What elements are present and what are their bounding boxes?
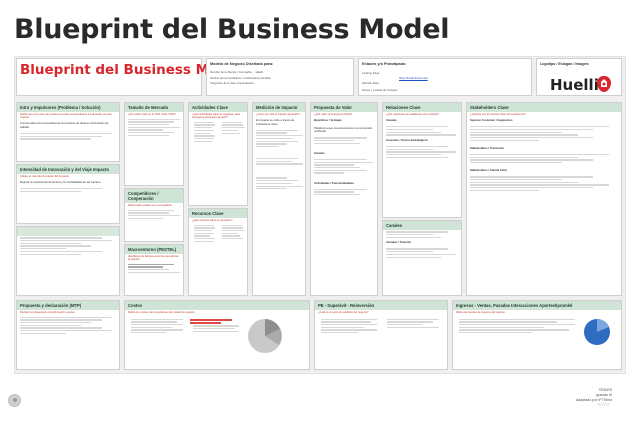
avatar [8, 394, 21, 407]
mercado-title: Tamaño de Mercado [125, 103, 183, 112]
canales-section: Ventajas / Tracción [386, 240, 412, 245]
medicion-card: Medición de Impacto ¿Cómo se mide el imp… [252, 102, 306, 296]
propuesta-title: Propuesta de Valor [311, 103, 377, 112]
relaciones-section-1: Canales [386, 118, 397, 123]
competidores-card: Competidores / Cooperación Defina quién … [124, 188, 184, 242]
pe-title: PE - Superávit - Reinversión [315, 301, 447, 310]
propuesta-dec-title: Propuesta y declaración (MTP) [17, 301, 119, 310]
actividades-card: Actividades Clave ¿Qué actividades clave… [188, 102, 248, 206]
modelo-field-1: Nombre de la Startup / Compañía: [210, 70, 253, 74]
watermark: miro [597, 402, 610, 408]
page-title: Blueprint del Business Model [14, 14, 450, 45]
pe-card: PE - Superávit - Reinversión ¿Cuál es el… [314, 300, 448, 370]
relaciones-card: Relaciones Clave ¿Qué relaciones se esta… [382, 102, 462, 218]
propuesta-dec-card: Propuesta y declaración (MTP) Declare la… [16, 300, 120, 370]
modelo-card: Modelo de Negocio Diseñado para: Nombre … [206, 58, 354, 96]
demo-label: Demos y pruebas de concepto: [362, 89, 398, 92]
landing-link[interactable]: https://huelli.framer.site [399, 76, 428, 80]
canales-title: Canales [383, 221, 461, 230]
competidores-title: Competidores / Cooperación [125, 189, 183, 203]
macro-card: Macroentorno (PESTEL) Identifique los fa… [124, 244, 184, 296]
brand-logo-icon [597, 76, 611, 92]
modelo-field-2: Nombre de los Fundadores / Colaboradores… [210, 77, 272, 80]
intro-title: Intro y Impulsores (Problema / Solución) [17, 103, 119, 112]
propuesta-card: Propuesta de Valor ¿Qué valor se entrega… [310, 102, 378, 296]
stakeholders-card: Stakeholders Clave ¿Quiénes son los acto… [466, 102, 622, 296]
stakeholders-title: Stakeholders Clave [467, 103, 621, 112]
intro-lower-card [16, 226, 120, 296]
propuesta-section-1: Beneficios / Ventajas [314, 118, 342, 123]
intro-card: Intro y Impulsores (Problema / Solución)… [16, 102, 120, 162]
landing-label: Landing Page: [362, 71, 381, 75]
recursos-card: Recursos Clave ¿Qué recursos clave se re… [188, 208, 248, 296]
macro-sub: Identifique los factores externos que af… [128, 255, 179, 262]
competidores-sub: Defina quién puede ser su competidor [128, 204, 172, 207]
mercado-sub: ¿De cuánto valor es el TAM, SAM, SOM? [128, 113, 176, 116]
relaciones-section-2: Acuerdos / Socios Estratégicos [386, 137, 428, 142]
modelo-field-1-value: Huelli [255, 70, 263, 74]
costos-card: Costos Defina los costos más importantes… [124, 300, 310, 370]
mercado-card: Tamaño de Mercado ¿De cuánto valor es el… [124, 102, 184, 186]
propuesta-dec-sub: Declare la propuesta de transformación m… [20, 311, 75, 314]
propuesta-body: Plataforma que conecta lectores con cont… [314, 125, 373, 134]
website-label: Website Beta: [362, 81, 380, 85]
ingresos-card: Ingresos - Ventas, Pasadas Interacciones… [452, 300, 622, 370]
relaciones-title: Relaciones Clave [383, 103, 461, 112]
credit-block: ©EMOS gracias IrI Adaptado por IFTSima [576, 388, 612, 402]
canales-card: Canales Ventajas / Tracción [382, 220, 462, 296]
logo-label: Logotipo / Eslogan / Imagen: [540, 62, 590, 66]
macro-title: Macroentorno (PESTEL) [125, 245, 183, 254]
modelo-label: Modelo de Negocio Diseñado para: [210, 62, 274, 66]
intro-body: Comprendemos la necesidad de los lectore… [20, 121, 109, 129]
costos-title: Costos [125, 301, 309, 310]
propuesta-section-3: Actividades / Funcionalidades [314, 180, 355, 185]
ingresos-pie-chart [584, 319, 610, 346]
enlaces-card: Enlaces y/o Prototipado: Landing Page: h… [358, 58, 532, 96]
enlaces-label: Enlaces y/o Prototipado: [362, 62, 407, 66]
stakeholders-section-2: Stakeholders / Transición [470, 145, 504, 150]
actividades-sub: ¿Qué actividades clave se requieren para… [192, 113, 241, 120]
propuesta-section-2: Canales [314, 151, 325, 156]
medicion-body: El impacto se mide a través de indicador… [256, 118, 295, 126]
brand-name: Huelli [550, 76, 599, 94]
actividades-title: Actividades Clave [189, 103, 247, 112]
intensidad-body: Mejorar la experiencia de lectura y la c… [20, 180, 102, 185]
stakeholders-section-1: Sponsor Costumer / Segmentos [470, 118, 513, 123]
intensidad-title: Intensidad de Innovación y del Viaje Imp… [17, 165, 119, 174]
medicion-title: Medición de Impacto [253, 103, 305, 112]
modelo-field-3: Integrantes de la clase emprendedora: [210, 82, 255, 85]
intensidad-card: Intensidad de Innovación y del Viaje Imp… [16, 164, 120, 224]
stakeholders-section-3: Stakeholders / Cliente Final [470, 168, 507, 173]
costos-pie-chart [248, 319, 282, 354]
ingresos-title: Ingresos - Ventas, Pasadas Interacciones… [453, 301, 621, 310]
recursos-title: Recursos Clave [189, 209, 247, 218]
intro-sub: Defina qué es lo que más motiva a la cla… [20, 113, 112, 120]
